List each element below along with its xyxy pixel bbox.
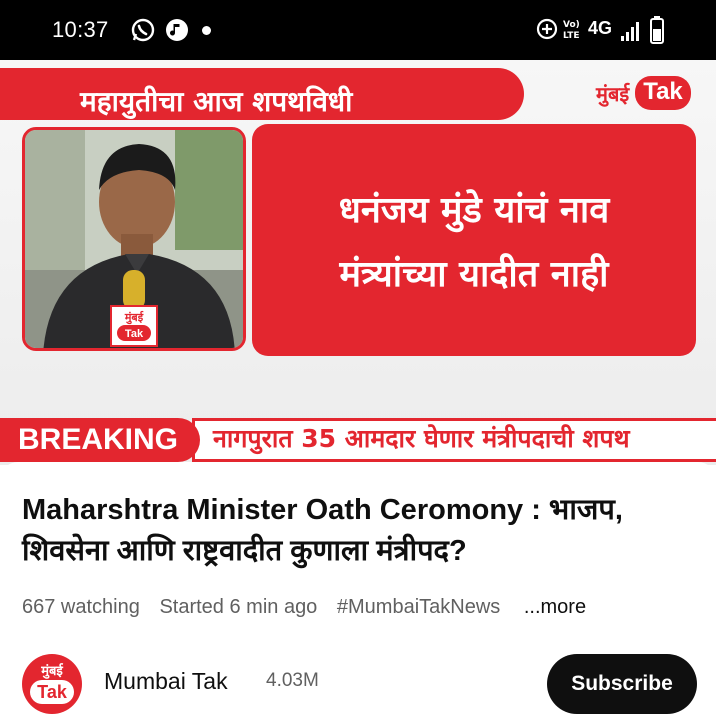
signal-icon	[621, 22, 639, 41]
logo-mumbai-text: मुंबई	[596, 81, 630, 106]
breaking-label: BREAKING	[0, 418, 200, 462]
headline-text: महायुतीचा आज शपथविधी	[80, 85, 353, 118]
mic-label-top: मुंबई	[124, 310, 144, 325]
quote-card: धनंजय मुंडे यांचं नाव मंत्र्यांच्या यादी…	[252, 124, 696, 356]
channel-logo: मुंबई Tak	[596, 76, 691, 110]
watching-count: 667 watching	[22, 596, 140, 618]
reporter-image: मुंबई Tak	[22, 127, 246, 351]
battery-icon	[650, 16, 664, 44]
avatar-mumbai-text: मुंबई	[41, 664, 63, 679]
reporter-illustration: मुंबई Tak	[25, 130, 243, 348]
quote-line-1: धनंजय मुंडे यांचं नाव	[338, 190, 610, 231]
video-meta[interactable]: 667 watching Started 6 min ago #MumbaiTa…	[22, 596, 600, 619]
video-title[interactable]: Maharshtra Minister Oath Ceromony : भाजप…	[22, 490, 702, 572]
hotspot-icon	[536, 18, 558, 40]
video-player[interactable]: महायुतीचा आज शपथविधी मुंबई Tak मुंबई Tak	[0, 60, 716, 465]
notification-dot	[202, 26, 211, 35]
channel-name[interactable]: Mumbai Tak	[104, 668, 228, 695]
svg-text:Vo): Vo)	[563, 20, 580, 30]
status-bar: 10:37 Vo) LTE 4G	[0, 0, 716, 60]
avatar-tak-text: Tak	[30, 680, 74, 704]
network-type: 4G	[588, 18, 613, 38]
music-icon	[166, 19, 188, 41]
breaking-ticker: नागपुरात 35 आमदार घेणार मंत्रीपदाची शपथ	[192, 418, 716, 462]
subscriber-count: 4.03M	[266, 670, 319, 691]
logo-tak-text: Tak	[635, 76, 691, 110]
mic-label-bottom: Tak	[125, 328, 144, 340]
video-details: Maharshtra Minister Oath Ceromony : भाजप…	[0, 462, 716, 728]
hashtag-link[interactable]: #MumbaiTakNews	[337, 596, 500, 618]
clock: 10:37	[52, 17, 109, 42]
whatsapp-icon	[131, 18, 155, 42]
quote-line-2: मंत्र्यांच्या यादीत नाही	[339, 254, 609, 295]
started-time: Started 6 min ago	[159, 596, 318, 618]
subscribe-button[interactable]: Subscribe	[547, 654, 697, 714]
channel-row: मुंबई Tak Mumbai Tak 4.03M Subscribe	[22, 654, 702, 716]
volte-icon: Vo) LTE	[563, 20, 580, 41]
svg-text:LTE: LTE	[563, 31, 580, 41]
channel-avatar[interactable]: मुंबई Tak	[22, 654, 82, 714]
more-link[interactable]: ...more	[524, 596, 586, 618]
headline-banner: महायुतीचा आज शपथविधी	[0, 68, 524, 120]
breaking-news-bar: BREAKING नागपुरात 35 आमदार घेणार मंत्रीप…	[0, 418, 716, 465]
